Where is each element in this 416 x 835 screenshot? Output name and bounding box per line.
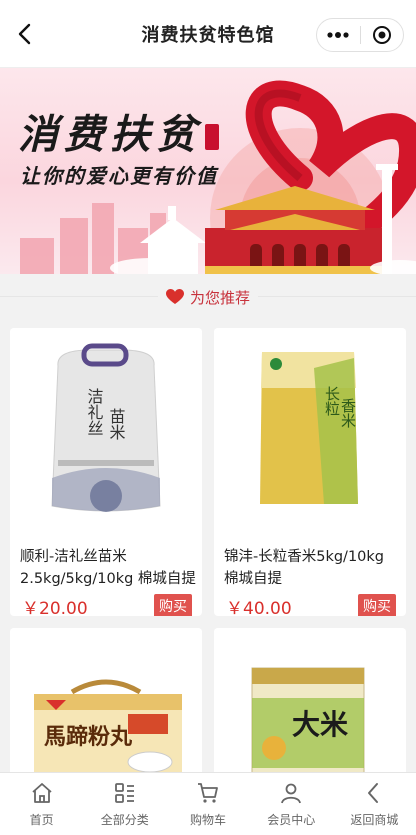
promo-banner[interactable]: 消费扶贫 让你的爱心更有价值 bbox=[0, 68, 416, 274]
tab-label: 购物车 bbox=[190, 813, 227, 827]
section-label-wrap: 为您推荐 bbox=[157, 286, 258, 308]
home-icon bbox=[31, 783, 52, 803]
cart-icon bbox=[198, 783, 218, 803]
bottom-tab-bar: 首页 全部分类 购物车 会员中心 返回商城 bbox=[0, 772, 416, 835]
tab-label: 会员中心 bbox=[267, 813, 316, 827]
product-name: 顺利-洁礼丝苗米2.5kg/5kg/10kg 棉城自提 bbox=[20, 549, 196, 587]
product-card[interactable]: 馬蹄粉丸 bbox=[10, 628, 202, 788]
miniprogram-capsule bbox=[316, 18, 404, 52]
product-card[interactable]: 长粒 香米 锦沣-长粒香米5kg/10kg 棉城自提 ￥40.00 购买 bbox=[214, 328, 406, 616]
user-icon bbox=[281, 783, 302, 804]
tab-cart[interactable]: 购物车 bbox=[166, 773, 249, 835]
svg-text:馬蹄粉丸: 馬蹄粉丸 bbox=[44, 724, 133, 750]
tab-label: 返回商城 bbox=[350, 813, 399, 827]
return-icon bbox=[368, 783, 379, 803]
page-title: 消费扶贫特色馆 bbox=[141, 24, 275, 46]
back-arrow-icon bbox=[18, 23, 31, 45]
product-card[interactable]: 洁礼丝 苗米 顺利-洁礼丝苗米2.5kg/5kg/10kg 棉城自提 ￥20.0… bbox=[10, 328, 202, 616]
nav-header: 消费扶贫特色馆 bbox=[0, 0, 416, 68]
section-title: 为您推荐 bbox=[189, 288, 250, 307]
buy-button[interactable]: 购买 bbox=[154, 594, 192, 616]
tab-home[interactable]: 首页 bbox=[0, 773, 83, 835]
recommend-section-header: 为您推荐 bbox=[0, 274, 416, 320]
tab-label: 首页 bbox=[29, 813, 54, 827]
category-icon bbox=[114, 783, 134, 803]
tab-label: 全部分类 bbox=[100, 813, 149, 827]
buy-button[interactable]: 购买 bbox=[358, 594, 396, 616]
product-price: ￥40.00 bbox=[226, 599, 292, 616]
product-price: ￥20.00 bbox=[22, 599, 88, 616]
product-image: 长粒 香米 bbox=[214, 328, 406, 538]
product-image: 洁礼丝 苗米 bbox=[10, 328, 202, 538]
more-button[interactable] bbox=[317, 19, 360, 51]
back-button[interactable] bbox=[10, 20, 38, 48]
svg-text:苗米: 苗米 bbox=[107, 408, 126, 440]
banner-title: 消费扶贫 bbox=[18, 111, 202, 158]
more-dots-icon bbox=[327, 32, 349, 38]
product-image: 大米 bbox=[214, 628, 406, 788]
tab-return-mall[interactable]: 返回商城 bbox=[333, 773, 416, 835]
banner-subtitle: 让你的爱心更有价值 bbox=[20, 164, 218, 188]
svg-text:洁礼丝: 洁礼丝 bbox=[85, 388, 104, 436]
tab-categories[interactable]: 全部分类 bbox=[83, 773, 166, 835]
product-name: 锦沣-长粒香米5kg/10kg 棉城自提 bbox=[224, 549, 384, 587]
heart-icon bbox=[165, 289, 184, 304]
target-close-icon bbox=[372, 26, 391, 44]
product-card[interactable]: 大米 bbox=[214, 628, 406, 788]
tab-member-center[interactable]: 会员中心 bbox=[250, 773, 333, 835]
close-miniprogram-button[interactable] bbox=[361, 19, 404, 51]
product-image: 馬蹄粉丸 bbox=[10, 628, 202, 788]
svg-text:大米: 大米 bbox=[292, 708, 348, 741]
svg-text:香米: 香米 bbox=[339, 398, 357, 428]
red-seal-stamp bbox=[205, 124, 219, 150]
